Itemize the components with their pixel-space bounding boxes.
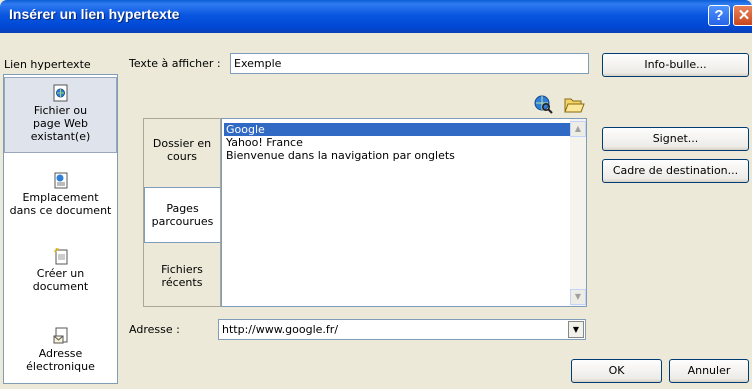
ok-button[interactable]: OK: [571, 359, 662, 383]
tab-current-folder[interactable]: Dossier en cours: [144, 137, 220, 177]
browse-tabs: Dossier en cours Pages parcourues Fichie…: [143, 118, 221, 307]
sidebar-item-existing-file[interactable]: Fichier ou page Web existant(e): [4, 77, 117, 153]
globe-search-icon[interactable]: [532, 93, 554, 115]
scroll-up-button[interactable]: ▲: [570, 121, 586, 137]
help-button[interactable]: ?: [708, 5, 730, 26]
display-text-input[interactable]: Exemple: [230, 53, 589, 74]
display-text-label: Texte à afficher :: [129, 57, 221, 70]
scroll-down-button[interactable]: ▼: [570, 289, 586, 305]
bookmark-button[interactable]: Signet...: [602, 127, 749, 151]
tooltip-button[interactable]: Info-bulle...: [602, 53, 749, 77]
list-item[interactable]: Bienvenue dans la navigation par onglets: [224, 149, 457, 162]
tab-label: Dossier en cours: [152, 137, 212, 163]
folder-open-icon[interactable]: [563, 93, 585, 115]
tab-label: Pages parcourues: [151, 202, 214, 228]
email-icon: [53, 327, 67, 344]
browsed-pages-list[interactable]: Google Yahoo! France Bienvenue dans la n…: [221, 118, 587, 307]
sidebar-item-label: Adresse électronique: [26, 347, 95, 373]
tab-recent-files[interactable]: Fichiers récents: [144, 263, 220, 303]
sidebar-item-email-address[interactable]: Adresse électronique: [4, 327, 117, 379]
list-scrollbar[interactable]: ▲ ▼: [570, 119, 586, 306]
title-bar[interactable]: Insérer un lien hypertexte ? ✕: [0, 0, 752, 33]
list-item[interactable]: Google: [224, 123, 571, 136]
target-frame-button[interactable]: Cadre de destination...: [602, 159, 749, 183]
address-label: Adresse :: [129, 323, 180, 336]
list-item[interactable]: Yahoo! France: [224, 136, 305, 149]
document-place-icon: [54, 172, 67, 189]
cancel-button[interactable]: Annuler: [669, 359, 749, 383]
address-combobox[interactable]: http://www.google.fr/ ▼: [218, 319, 586, 340]
sidebar-item-label: Créer un document: [32, 267, 89, 293]
sidebar-item-label: Fichier ou page Web existant(e): [30, 104, 91, 143]
web-page-icon: [53, 84, 67, 102]
tab-browsed-pages[interactable]: Pages parcourues: [144, 187, 220, 243]
tab-label: Fichiers récents: [161, 263, 203, 289]
address-input[interactable]: http://www.google.fr/: [222, 320, 338, 339]
link-type-sidebar: Fichier ou page Web existant(e) Emplacem…: [3, 74, 118, 384]
insert-hyperlink-dialog: Insérer un lien hypertexte ? ✕ Lien hype…: [0, 0, 752, 389]
sidebar-item-create-document[interactable]: Créer un document: [4, 247, 117, 299]
sidebar-item-label: Emplacement dans ce document: [9, 191, 112, 217]
close-button[interactable]: ✕: [733, 5, 752, 26]
new-document-icon: [53, 247, 67, 265]
link-to-label: Lien hypertexte: [4, 58, 91, 71]
dialog-title: Insérer un lien hypertexte: [9, 6, 180, 22]
sidebar-item-place-in-document[interactable]: Emplacement dans ce document: [4, 171, 117, 231]
dropdown-arrow-icon[interactable]: ▼: [568, 321, 584, 338]
